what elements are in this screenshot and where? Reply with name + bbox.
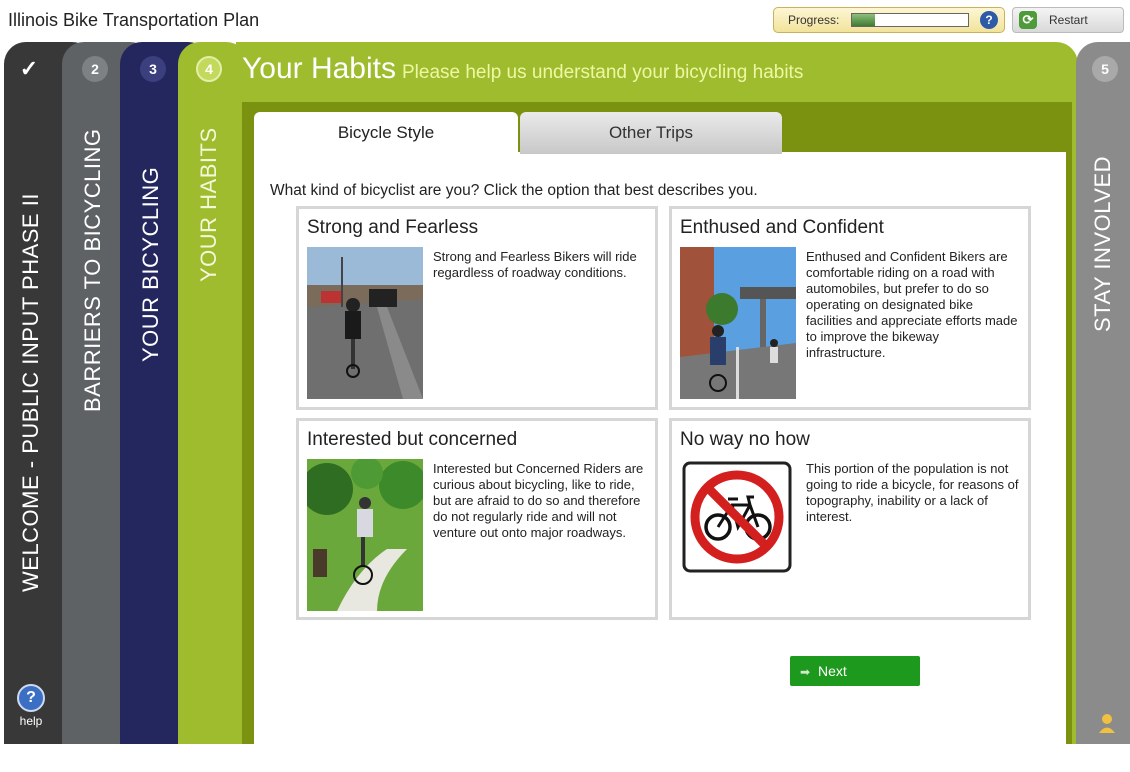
page-title-text: Your Habits bbox=[242, 52, 396, 85]
progress-bar bbox=[851, 13, 969, 27]
option-title: Strong and Fearless bbox=[307, 217, 479, 238]
park-cyclist-photo bbox=[307, 459, 423, 611]
help-label: help bbox=[19, 714, 43, 728]
step-tab-stay-involved[interactable]: 5 STAY INVOLVED bbox=[1076, 42, 1130, 744]
next-label: Next bbox=[817, 663, 847, 679]
option-strong-and-fearless[interactable]: Strong and Fearless Strong and Fearless … bbox=[296, 206, 658, 410]
top-bar: Illinois Bike Transportation Plan Progre… bbox=[0, 0, 1130, 40]
progress-help-icon[interactable]: ? bbox=[980, 11, 998, 29]
restart-label: Restart bbox=[1049, 13, 1088, 27]
step-number-badge: 5 bbox=[1092, 56, 1118, 82]
tab-bicycle-style[interactable]: Bicycle Style bbox=[254, 112, 518, 154]
next-button[interactable]: ➡ Next bbox=[790, 656, 920, 686]
option-description: This portion of the population is not go… bbox=[806, 461, 1019, 524]
question-mark-icon: ? bbox=[17, 684, 45, 712]
step-tab-label: STAY INVOLVED bbox=[1090, 155, 1115, 332]
option-no-way-no-how[interactable]: No way no how This portion of the popula… bbox=[669, 418, 1031, 620]
option-title: No way no how bbox=[680, 429, 810, 450]
step-tab-label: WELCOME - PUBLIC INPUT PHASE II bbox=[18, 193, 43, 592]
refresh-icon: ⟳ bbox=[1019, 11, 1037, 29]
user-icon[interactable] bbox=[1098, 712, 1116, 734]
option-title: Enthused and Confident bbox=[680, 217, 884, 238]
tab-other-trips[interactable]: Other Trips bbox=[520, 112, 782, 154]
progress-label: Progress: bbox=[788, 13, 840, 27]
step-tab-label: YOUR HABITS bbox=[196, 127, 221, 282]
arrow-right-icon: ➡ bbox=[800, 665, 811, 679]
page-title: Your Habits Please help us understand you… bbox=[242, 52, 803, 86]
step-tab-label: YOUR BICYCLING bbox=[138, 166, 163, 362]
no-bicycles-sign-icon bbox=[682, 461, 792, 573]
cyclist-road-photo bbox=[307, 247, 423, 399]
city-cyclists-photo bbox=[680, 247, 796, 399]
help-button[interactable]: ? help bbox=[4, 680, 58, 744]
option-interested-but-concerned[interactable]: Interested but concerned Interested but … bbox=[296, 418, 658, 620]
step-complete-check-icon: ✓ bbox=[16, 56, 42, 82]
question-text: What kind of bicyclist are you? Click th… bbox=[270, 182, 758, 199]
app-title: Illinois Bike Transportation Plan bbox=[8, 10, 260, 30]
step-number-badge: 3 bbox=[140, 56, 166, 82]
option-title: Interested but concerned bbox=[307, 429, 518, 450]
step-number-badge: 4 bbox=[196, 56, 222, 82]
step-number-badge: 2 bbox=[82, 56, 108, 82]
restart-button[interactable]: ⟳ Restart bbox=[1012, 7, 1124, 33]
option-enthused-and-confident[interactable]: Enthused and Confident Enthused and Conf… bbox=[669, 206, 1031, 410]
step-tab-label: BARRIERS TO BICYCLING bbox=[80, 128, 105, 412]
option-description: Interested but Concerned Riders are curi… bbox=[433, 461, 644, 540]
page-subtitle: Please help us understand your bicycling… bbox=[401, 62, 804, 83]
progress-bar-fill bbox=[852, 14, 876, 26]
option-description: Strong and Fearless Bikers will ride reg… bbox=[433, 249, 637, 280]
progress-widget: Progress: ? bbox=[773, 7, 1005, 33]
option-description: Enthused and Confident Bikers are comfor… bbox=[806, 249, 1018, 360]
